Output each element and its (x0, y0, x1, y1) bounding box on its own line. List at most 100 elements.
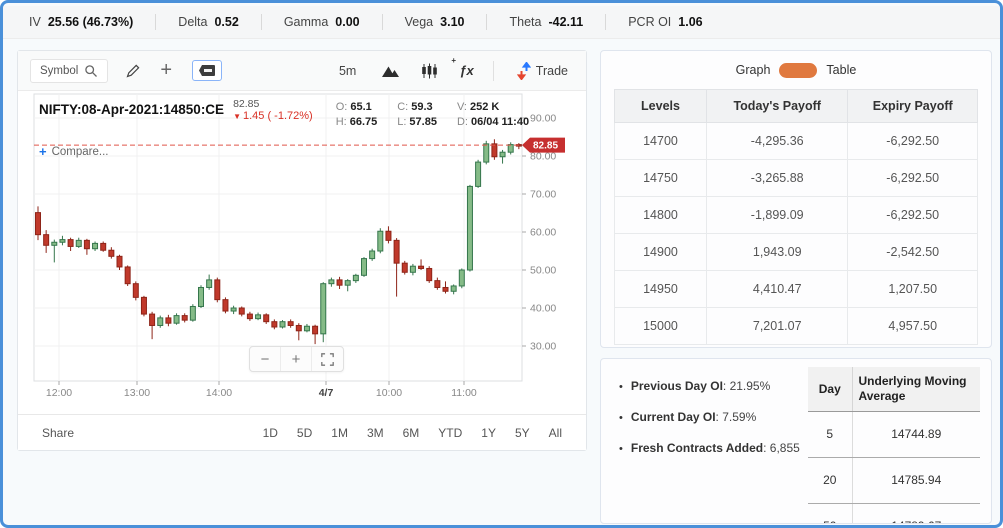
range-3m[interactable]: 3M (367, 426, 384, 440)
open-interest-panel: •Previous Day OI : 21.95% • Current Day OI… (600, 358, 992, 524)
oi-stat-item: •Fresh Contracts Added : 6,855 (619, 441, 800, 455)
stat-label: Vega (405, 15, 434, 29)
bullet-icon: • (619, 412, 623, 424)
ma-row: 5014789.67 (808, 503, 980, 524)
payoff-row: 149504,410.471,207.50 (615, 271, 978, 308)
oi-stat-value: : 7.59% (716, 410, 757, 424)
svg-text:50.00: 50.00 (530, 265, 556, 277)
trade-button[interactable]: Trade (511, 61, 574, 81)
chart-footer-bar: Share 1D 5D 1M 3M 6M YTD 1Y 5Y All (18, 414, 586, 450)
ma-header-row: DayUnderlying Moving Average (808, 367, 980, 411)
toggle-label-graph: Graph (736, 63, 771, 77)
ma-day-cell: 5 (808, 411, 852, 457)
moving-average-table: DayUnderlying Moving Average514744.89201… (808, 367, 980, 524)
compare-button[interactable]: + Compare... (39, 144, 108, 159)
zoom-in-button[interactable]: + (281, 347, 312, 371)
indicators-fx-button[interactable]: + ƒx (457, 61, 475, 80)
stat-value: 25.56 (46.73%) (48, 15, 133, 29)
chart-toolbar: Symbol + 5m (18, 51, 586, 91)
ma-header-day: Day (808, 367, 852, 411)
add-icon[interactable]: + (158, 57, 174, 84)
todays-payoff-cell: 7,201.07 (707, 308, 848, 345)
symbol-search-input[interactable]: Symbol (30, 59, 108, 83)
svg-text:90.00: 90.00 (530, 113, 556, 125)
fullscreen-icon (321, 353, 334, 366)
svg-text:12:00: 12:00 (46, 387, 72, 399)
share-button[interactable]: Share (42, 426, 74, 440)
todays-payoff-cell: -3,265.88 (707, 160, 848, 197)
expiry-payoff-cell: -6,292.50 (848, 160, 978, 197)
payoff-row: 14800-1,899.09-6,292.50 (615, 197, 978, 234)
svg-text:40.00: 40.00 (530, 303, 556, 315)
range-5d[interactable]: 5D (297, 426, 312, 440)
graph-table-toggle[interactable] (779, 63, 817, 78)
stats-divider (605, 14, 606, 30)
oi-stat-item: •Previous Day OI : 21.95% (619, 379, 800, 393)
candlestick-chart-type-button[interactable] (419, 61, 440, 81)
stats-divider (486, 14, 487, 30)
svg-text:13:00: 13:00 (124, 387, 150, 399)
options-analytics-window: IV25.56 (46.73%)Delta0.52Gamma0.00Vega3.… (0, 0, 1003, 528)
range-ytd[interactable]: YTD (438, 426, 462, 440)
stats-divider (261, 14, 262, 30)
oi-stat-label: Current Day OI (631, 410, 716, 424)
range-1d[interactable]: 1D (263, 426, 278, 440)
stat-label: IV (29, 15, 41, 29)
stat-value: 1.06 (678, 15, 702, 29)
payoff-table: LevelsToday's PayoffExpiry Payoff14700-4… (614, 89, 978, 345)
interval-selector[interactable]: 5m (333, 63, 362, 79)
greeks-stats-bar: IV25.56 (46.73%)Delta0.52Gamma0.00Vega3.… (3, 6, 1000, 39)
draw-pencil-icon[interactable] (123, 61, 143, 81)
payoff-header-cell: Expiry Payoff (848, 90, 978, 123)
ma-day-cell: 50 (808, 503, 852, 524)
payoff-panel: Graph Table LevelsToday's PayoffExpiry P… (600, 50, 992, 348)
payoff-header-cell: Today's Payoff (707, 90, 848, 123)
zoom-out-button[interactable]: − (250, 347, 281, 371)
toolbar-divider (493, 61, 494, 81)
stat-gamma: Gamma0.00 (284, 15, 360, 29)
range-6m[interactable]: 6M (403, 426, 420, 440)
ma-value-cell: 14744.89 (852, 411, 980, 457)
candlestick-chart-canvas[interactable]: 90.0080.0070.0060.0050.0040.0030.0012:00… (18, 91, 586, 415)
price-label-tool-selected[interactable] (192, 60, 222, 81)
range-all[interactable]: All (549, 426, 562, 440)
todays-payoff-cell: 1,943.09 (707, 234, 848, 271)
oi-stat-value: : 21.95% (723, 379, 770, 393)
expiry-payoff-cell: -6,292.50 (848, 123, 978, 160)
search-icon (84, 64, 98, 78)
ma-row: 514744.89 (808, 411, 980, 457)
svg-text:10:00: 10:00 (376, 387, 402, 399)
expiry-payoff-cell: -6,292.50 (848, 197, 978, 234)
level-cell: 14800 (615, 197, 707, 234)
stat-theta: Theta-42.11 (509, 15, 583, 29)
candlestick-icon (421, 63, 438, 79)
ma-header-average: Underlying Moving Average (852, 367, 980, 411)
last-price-tag: 82.85 (533, 141, 558, 152)
stat-value: 0.00 (335, 15, 359, 29)
reset-zoom-button[interactable] (312, 347, 343, 371)
todays-payoff-cell: 4,410.47 (707, 271, 848, 308)
level-cell: 14750 (615, 160, 707, 197)
stat-label: PCR OI (628, 15, 671, 29)
stat-iv: IV 25.56 (46.73%) (29, 15, 133, 29)
price-label-icon (198, 64, 216, 77)
range-1m[interactable]: 1M (331, 426, 348, 440)
pencil-icon (125, 63, 141, 79)
area-chart-type-button[interactable] (379, 61, 402, 80)
ma-value-cell: 14789.67 (852, 503, 980, 524)
range-5y[interactable]: 5Y (515, 426, 530, 440)
stat-label: Delta (178, 15, 207, 29)
expiry-payoff-cell: 4,957.50 (848, 308, 978, 345)
range-1y[interactable]: 1Y (481, 426, 496, 440)
stats-divider (155, 14, 156, 30)
mountain-chart-icon (381, 63, 400, 78)
payoff-row: 150007,201.074,957.50 (615, 308, 978, 345)
level-cell: 14950 (615, 271, 707, 308)
level-cell: 14700 (615, 123, 707, 160)
symbol-search-placeholder: Symbol (40, 65, 78, 77)
ma-value-cell: 14785.94 (852, 457, 980, 503)
stat-value: -42.11 (548, 15, 583, 29)
svg-text:70.00: 70.00 (530, 189, 556, 201)
svg-text:4/7: 4/7 (319, 387, 334, 399)
svg-text:11:00: 11:00 (451, 387, 477, 399)
